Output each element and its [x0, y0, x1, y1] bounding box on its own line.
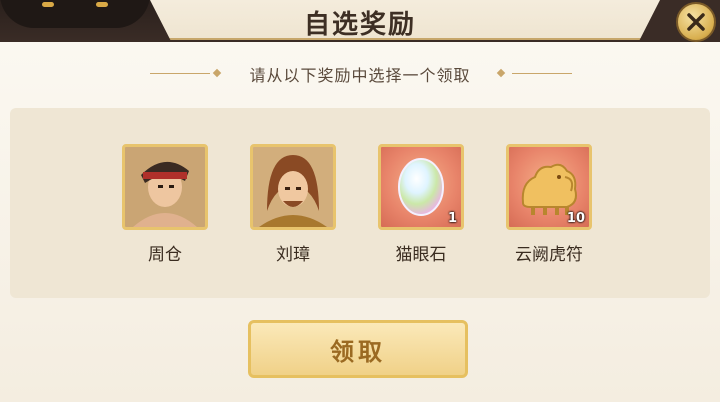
close-icon: [687, 13, 705, 31]
reward-name: 猫眼石: [395, 245, 447, 265]
reward-name: 周仓: [148, 245, 182, 265]
claim-button[interactable]: 领取: [248, 320, 468, 378]
dialog-title: 自选奖励: [303, 10, 416, 40]
reward-area: [10, 108, 710, 298]
reward-name: 云阙虎符: [515, 245, 583, 265]
reward-slot[interactable]: [250, 144, 336, 230]
subtitle-row: 请从以下奖励中选择一个领取: [0, 62, 720, 85]
hero-portrait-icon: [253, 147, 333, 227]
reward-item-liuzhang[interactable]: 刘璋: [248, 144, 338, 265]
item-count: 1: [447, 211, 457, 226]
reward-item-tiger-tally[interactable]: 10 云阙虎符: [504, 144, 594, 265]
hero-portrait-icon: [125, 147, 205, 227]
reward-slot[interactable]: 1: [378, 144, 464, 230]
item-count: 10: [566, 211, 585, 226]
subtitle-text: 请从以下奖励中选择一个领取: [249, 66, 471, 85]
close-button[interactable]: [676, 2, 716, 42]
reward-item-zhoucang[interactable]: 周仓: [120, 144, 210, 265]
reward-slot[interactable]: 10: [506, 144, 592, 230]
reward-name: 刘璋: [276, 245, 310, 265]
reward-item-cats-eye[interactable]: 1 猫眼石: [376, 144, 466, 265]
reward-slot[interactable]: [122, 144, 208, 230]
